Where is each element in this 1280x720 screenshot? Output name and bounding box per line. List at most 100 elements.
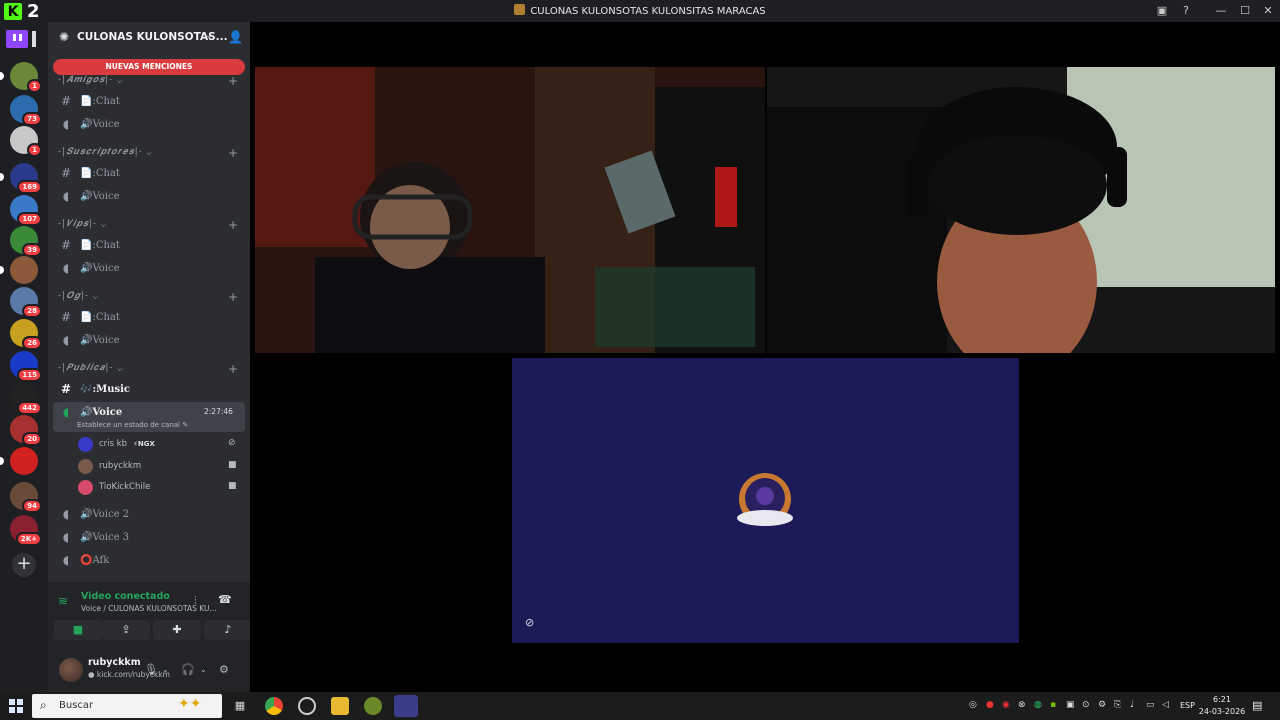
twitch-icon[interactable] [4, 28, 42, 50]
tray-icon[interactable]: ⎘ [1114, 700, 1121, 710]
activities-button[interactable]: ✚ [153, 620, 201, 640]
category-publica[interactable]: -|𝑷𝒖𝒃𝒍𝒊𝒄𝒂|- ⌄ [58, 363, 123, 373]
obs-icon[interactable] [298, 697, 316, 715]
server-icon[interactable]: 1 [0, 62, 42, 93]
channel-chat-og[interactable]: # 📄:Chat [58, 308, 120, 326]
task-view-icon[interactable]: ▦ [231, 697, 249, 715]
server-icon[interactable]: 73 [10, 95, 42, 126]
user-name[interactable]: rubyckkm [88, 657, 141, 668]
minimize-icon[interactable]: — [1213, 3, 1229, 19]
volume-icon[interactable]: ◁ [1162, 700, 1169, 710]
close-icon[interactable]: ✕ [1260, 3, 1276, 19]
app-icon[interactable] [364, 697, 382, 715]
tray-icon[interactable]: ⊙ [1082, 700, 1090, 710]
speaker-icon: ◖ [62, 261, 70, 275]
clock-date[interactable]: 24-03-2026 [1198, 707, 1246, 716]
help-icon[interactable]: ? [1178, 3, 1194, 19]
voice-user[interactable]: cris kb ⚡NGX [78, 435, 155, 453]
server-icon[interactable]: 39 [10, 226, 42, 257]
tray-icon[interactable]: ⊗ [1018, 700, 1026, 710]
channel-chat-amigos[interactable]: # 📄:Chat [58, 92, 120, 110]
settings-icon[interactable]: ⚙ [219, 663, 229, 676]
search-input[interactable]: ⌕ Buscar ✦✦ [32, 694, 222, 718]
new-mentions-pill[interactable]: NUEVAS MENCIONES [53, 59, 245, 75]
server-icon[interactable]: 28 [10, 287, 42, 318]
steam-icon[interactable]: ⚙ [1098, 700, 1106, 710]
file-explorer-icon[interactable] [331, 697, 349, 715]
server-icon[interactable]: 2K+ [10, 515, 42, 546]
add-channel-icon[interactable]: + [228, 290, 238, 304]
channel-voice-amigos[interactable]: ◖ 🔊Voice [58, 115, 120, 133]
screen-share-button[interactable]: ⇪ [102, 620, 150, 640]
channel-voice-3[interactable]: ◖ 🔊Voice 3 [58, 528, 129, 546]
server-icon[interactable]: 20 [10, 415, 42, 446]
windows-start-icon[interactable] [9, 699, 23, 713]
notification-icon[interactable]: ▤ [1252, 699, 1262, 712]
set-channel-status[interactable]: Establece un estado de canal ✎ [77, 421, 188, 429]
network-icon[interactable]: ▭ [1146, 700, 1155, 710]
whatsapp-icon[interactable]: ◍ [1034, 700, 1042, 710]
server-icon[interactable]: 169 [0, 163, 42, 194]
add-server-button[interactable]: + [12, 553, 36, 577]
server-icon[interactable] [0, 447, 38, 475]
add-channel-icon[interactable]: + [228, 74, 238, 88]
channel-voice-2[interactable]: ◖ 🔊Voice 2 [58, 505, 129, 523]
soundboard-button[interactable]: ♪ [204, 620, 252, 640]
disconnect-icon[interactable]: ☎ [218, 593, 232, 606]
voice-user[interactable]: TioKickChile [78, 478, 150, 496]
category-suscriptores[interactable]: -|𝑺𝒖𝒔𝒄𝒓𝒊𝒑𝒕𝒐𝒓𝒆𝒔|- ⌄ [58, 147, 152, 157]
server-header[interactable]: ✺ CULONAS KULONSOTAS... ⌄ 👤 [48, 22, 250, 54]
video-tile-right[interactable] [767, 67, 1275, 353]
chevron-down-icon[interactable]: ⌄ [205, 30, 213, 41]
language-indicator[interactable]: ESP [1180, 701, 1195, 710]
channel-voice-og[interactable]: ◖ 🔊Voice [58, 331, 120, 349]
chevron-down-icon[interactable]: ⌄ [162, 665, 169, 674]
channel-voice-suscriptores[interactable]: ◖ 🔊Voice [58, 187, 120, 205]
server-icon[interactable]: 442 [10, 384, 42, 415]
channel-afk[interactable]: ◖ ⭕Afk [58, 551, 109, 569]
camera-button[interactable]: ■ [54, 620, 102, 640]
server-icon[interactable]: 115 [10, 351, 42, 382]
tray-icon[interactable]: ● [986, 700, 994, 710]
add-channel-icon[interactable]: + [228, 146, 238, 160]
video-tile-left[interactable] [255, 67, 765, 353]
microphone-icon[interactable]: 🎙 [144, 663, 158, 676]
discord-taskbar-icon[interactable] [394, 695, 418, 717]
signal-icon[interactable]: ≋ [58, 594, 68, 608]
tray-icon[interactable]: ▣ [1066, 700, 1075, 710]
channel-voice-publica[interactable]: ◖ 🔊Voice [58, 403, 122, 421]
avatar[interactable] [59, 658, 83, 682]
channel-music[interactable]: # 🎶:Music [58, 380, 130, 398]
speaker-icon: ◖ [62, 333, 70, 347]
channel-voice-vips[interactable]: ◖ 🔊Voice [58, 259, 120, 277]
category-og[interactable]: -|𝑶𝒈|- ⌄ [58, 291, 99, 301]
channel-chat-suscriptores[interactable]: # 📄:Chat [58, 164, 120, 182]
headphones-icon[interactable]: 🎧 [181, 663, 195, 676]
server-icon[interactable]: 26 [10, 319, 42, 350]
noise-suppression-icon[interactable]: ⫶ [194, 594, 197, 608]
inbox-icon[interactable]: ▣ [1154, 3, 1170, 19]
server-icon[interactable]: 94 [10, 482, 42, 513]
add-channel-icon[interactable]: + [228, 218, 238, 232]
tray-icon[interactable]: ◉ [1002, 700, 1010, 710]
channel-chat-vips[interactable]: # 📄:Chat [58, 236, 120, 254]
video-tile-avatar[interactable]: ⊘ [512, 358, 1019, 643]
chevron-down-icon[interactable]: ⌄ [200, 665, 207, 674]
voice-connected-title[interactable]: Video conectado [81, 591, 170, 602]
category-vips[interactable]: -|𝑽𝒊𝒑𝒔|- ⌄ [58, 219, 107, 229]
server-icon[interactable] [0, 256, 38, 284]
server-icon[interactable]: 1 [10, 126, 42, 157]
microphone-icon[interactable]: ♩ [1130, 700, 1134, 710]
voice-user[interactable]: rubyckkm [78, 457, 141, 475]
chrome-icon[interactable] [265, 697, 283, 715]
channel-label: 🔊Voice 3 [80, 531, 130, 543]
tray-icon[interactable]: ◎ [969, 700, 977, 710]
server-icon[interactable]: 107 [10, 195, 42, 226]
invite-people-icon[interactable]: 👤 [228, 30, 243, 44]
category-amigos[interactable]: -|𝑨𝒎𝒊𝒈𝒐𝒔|- ⌄ [58, 75, 123, 85]
clock-time[interactable]: 6:21 [1202, 695, 1242, 704]
tray-icon[interactable]: ▪ [1050, 700, 1056, 710]
add-channel-icon[interactable]: + [228, 362, 238, 376]
maximize-icon[interactable]: ☐ [1237, 3, 1253, 19]
speaker-icon: ◖ [62, 189, 70, 203]
